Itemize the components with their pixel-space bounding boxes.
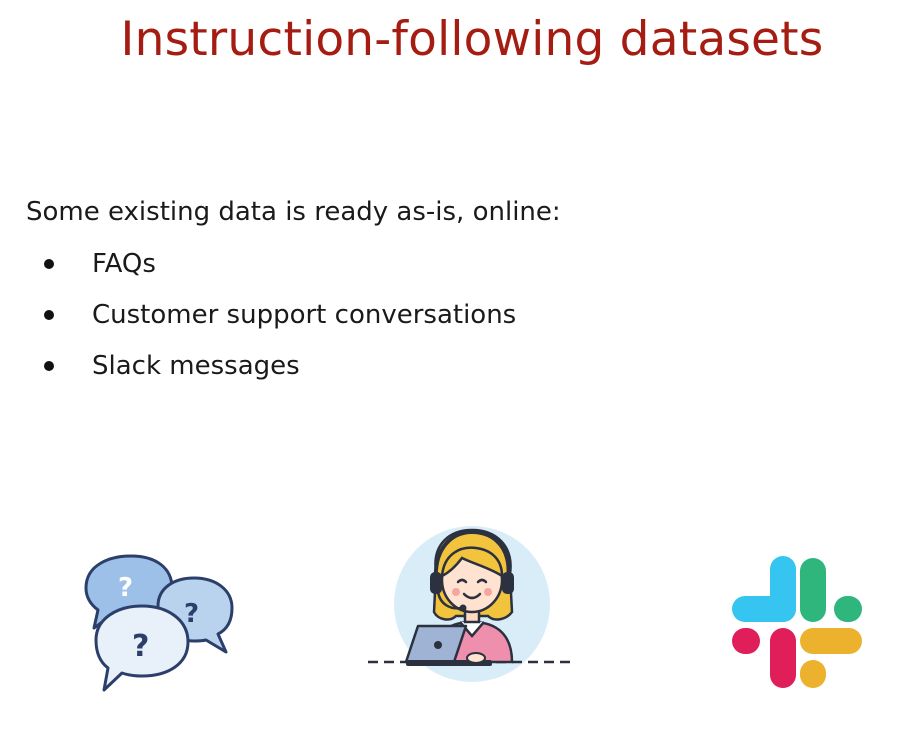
svg-text:?: ?: [184, 599, 199, 629]
bullet-text: Customer support conversations: [92, 300, 517, 330]
bullet-text: FAQs: [92, 249, 156, 279]
slide-title: Instruction-following datasets: [120, 12, 824, 67]
svg-text:?: ?: [132, 629, 149, 664]
svg-text:?: ?: [118, 573, 133, 603]
intro-text: Some existing data is ready as-is, onlin…: [26, 197, 561, 227]
faq-question-bubbles-icon: ? ? ?: [76, 552, 236, 698]
slack-logo-icon: [732, 556, 864, 694]
bullet-dot: [44, 310, 54, 320]
bullet-dot: [44, 259, 54, 269]
bullet-dot: [44, 361, 54, 371]
bullet-text: Slack messages: [92, 351, 300, 381]
customer-support-agent-icon: [366, 524, 580, 700]
